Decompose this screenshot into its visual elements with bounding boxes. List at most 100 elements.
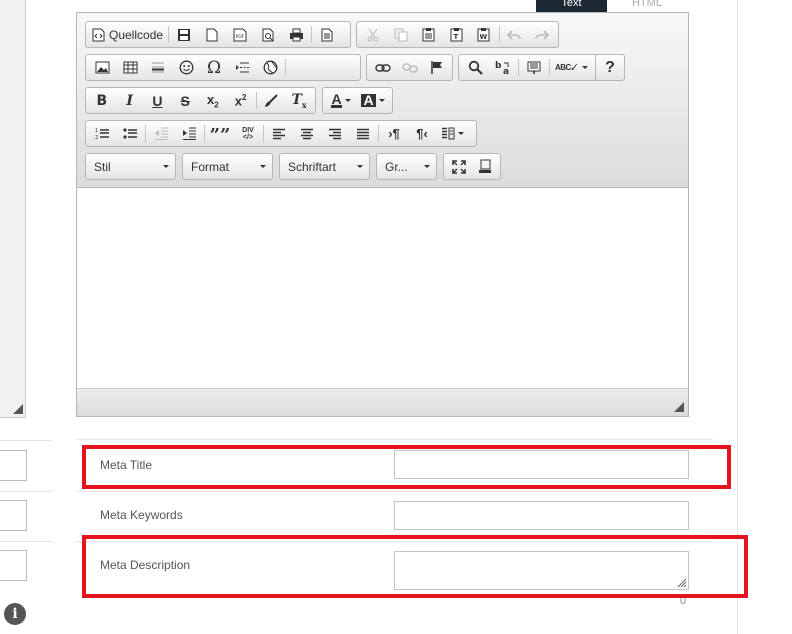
bold-button[interactable]: B [88, 89, 116, 112]
bulleted-list-button[interactable] [116, 122, 144, 145]
left-panel [0, 0, 26, 418]
redo-button[interactable] [528, 23, 556, 46]
tab-text[interactable]: Text [536, 0, 607, 12]
justify-button[interactable] [349, 122, 377, 145]
text-direction-ltr-icon: ›¶ [388, 126, 400, 141]
templates-button[interactable] [313, 23, 341, 46]
undo-button[interactable] [501, 23, 529, 46]
copy-button[interactable] [387, 23, 415, 46]
chevron-down-icon [582, 66, 589, 69]
tab-html[interactable]: HTML [607, 0, 687, 12]
editor-content-area[interactable] [77, 188, 688, 388]
iframe-button[interactable] [256, 56, 284, 79]
paste-button[interactable] [414, 23, 442, 46]
spellcheck-button[interactable]: ABC ✓ [551, 56, 592, 79]
copy-icon [394, 28, 408, 41]
image-button[interactable] [88, 56, 116, 79]
paste-text-button[interactable]: T [442, 23, 470, 46]
page-break-button[interactable] [228, 56, 256, 79]
select-all-button[interactable] [520, 56, 548, 79]
chevron-down-icon [260, 165, 266, 168]
outdent-icon [154, 127, 168, 140]
info-icon[interactable]: i [4, 603, 26, 625]
decrease-indent-button[interactable] [147, 122, 175, 145]
paragraph-toolbar-group: 12 ”” DIV </> ›¶ ¶‹ [85, 120, 477, 147]
rtl-button[interactable]: ¶‹ [408, 122, 436, 145]
italic-button[interactable]: I [116, 89, 144, 112]
spellcheck-icon: ABC [555, 63, 571, 72]
maximize-icon [452, 159, 466, 174]
blockquote-button[interactable]: ”” [206, 122, 234, 145]
background-color-button[interactable]: A [357, 89, 389, 112]
language-button[interactable] [436, 122, 468, 145]
chevron-down-icon [378, 99, 385, 102]
increase-indent-button[interactable] [175, 122, 203, 145]
horizontal-line-button[interactable] [144, 56, 172, 79]
numbered-list-icon: 12 [95, 128, 109, 140]
toolbar-separator [285, 59, 286, 76]
create-div-button[interactable]: DIV </> [234, 122, 262, 145]
paste-word-button[interactable]: W [470, 23, 498, 46]
help-button[interactable]: ? [598, 56, 622, 79]
left-input-2[interactable] [0, 500, 27, 531]
text-color-button[interactable]: A [325, 89, 357, 112]
align-left-button[interactable] [265, 122, 293, 145]
document-toolbar-group: Quellcode PDF [85, 21, 351, 48]
show-blocks-button[interactable] [472, 155, 498, 178]
meta-keywords-input[interactable] [394, 501, 689, 530]
remove-format-button[interactable]: Tx [285, 89, 313, 112]
svg-text:W: W [480, 33, 488, 41]
smiley-icon [179, 60, 193, 75]
special-char-button[interactable]: Ω [200, 56, 228, 79]
left-input-1[interactable] [0, 450, 27, 481]
svg-text:2: 2 [95, 135, 98, 140]
font-size-dropdown[interactable]: Gr... [376, 153, 437, 180]
subscript-button[interactable]: x2 [199, 89, 227, 112]
ltr-button[interactable]: ›¶ [380, 122, 408, 145]
maximize-button[interactable] [446, 155, 472, 178]
font-dropdown[interactable]: Schriftart [279, 153, 370, 180]
omega-icon: Ω [206, 57, 222, 78]
underline-button[interactable]: U [144, 89, 172, 112]
globe-icon [263, 60, 277, 75]
align-right-button[interactable] [321, 122, 349, 145]
print-button[interactable] [282, 23, 310, 46]
font-size-dropdown-label: Gr... [385, 159, 408, 174]
left-input-3[interactable] [0, 550, 27, 581]
resize-handle-icon[interactable] [13, 404, 23, 414]
save-button[interactable] [170, 23, 198, 46]
chevron-down-icon [344, 99, 351, 102]
smiley-button[interactable] [172, 56, 200, 79]
resize-handle-icon[interactable] [674, 402, 684, 412]
strikethrough-button[interactable]: S [171, 89, 199, 112]
pdf-icon: PDF [233, 28, 247, 41]
align-center-button[interactable] [293, 122, 321, 145]
numbered-list-button[interactable]: 12 [88, 122, 116, 145]
link-icon [374, 63, 391, 72]
toolbar-separator [498, 26, 500, 43]
format-dropdown[interactable]: Format [182, 153, 273, 180]
source-button-label: Quellcode [109, 27, 164, 42]
form-divider [76, 491, 713, 492]
cut-button[interactable] [359, 23, 387, 46]
unlink-button[interactable] [396, 56, 423, 79]
svg-text:T: T [453, 33, 458, 41]
styles-dropdown[interactable]: Stil [85, 153, 176, 180]
new-page-button[interactable] [198, 23, 226, 46]
copy-format-button[interactable] [257, 89, 285, 112]
basic-styles-toolbar-group: B I U S x2 x2 Tx [85, 87, 316, 114]
superscript-button[interactable]: x2 [227, 89, 255, 112]
svg-text:1: 1 [95, 128, 98, 134]
anchor-button[interactable] [423, 56, 450, 79]
find-button[interactable] [461, 56, 489, 79]
table-button[interactable] [116, 56, 144, 79]
clipboard-toolbar-group: T W [356, 21, 559, 48]
toolbar-separator [518, 59, 519, 76]
toolbar-separator [145, 125, 146, 142]
horizontal-line-icon [152, 62, 164, 73]
source-button[interactable]: Quellcode [88, 23, 167, 46]
preview-button[interactable] [254, 23, 282, 46]
export-pdf-button[interactable]: PDF [226, 23, 254, 46]
replace-button[interactable]: ba [489, 56, 517, 79]
link-button[interactable] [369, 56, 396, 79]
